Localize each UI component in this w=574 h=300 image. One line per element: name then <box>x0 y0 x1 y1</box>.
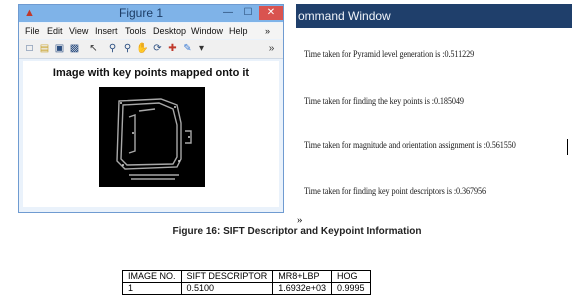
zoom-out-icon[interactable]: ⚲ <box>121 42 134 55</box>
rotate-3d-icon[interactable]: ⟳ <box>151 42 164 55</box>
cell-mr8-lbp: 1.6932e+03 <box>272 282 333 295</box>
menu-window[interactable]: Window <box>191 26 223 36</box>
figure-caption: Figure 16: SIFT Descriptor and Keypoint … <box>0 226 574 237</box>
menu-desktop[interactable]: Desktop <box>153 26 186 36</box>
menu-insert[interactable]: Insert <box>95 26 118 36</box>
toolbar-overflow-icon[interactable]: » <box>265 42 278 55</box>
menu-view[interactable]: View <box>69 26 88 36</box>
output-line-orientation: Time taken for magnitude and orientation… <box>304 141 516 151</box>
cell-image-no: 1 <box>122 282 182 295</box>
output-line-descriptors: Time taken for finding key point descrip… <box>304 187 487 197</box>
header-hog: HOG <box>331 270 371 283</box>
matlab-icon: ▲ <box>24 7 35 19</box>
pan-hand-icon[interactable]: ✋ <box>136 42 149 55</box>
table-row: 1 0.5100 1.6932e+03 0.9995 <box>122 282 371 295</box>
command-prompt[interactable]: » <box>297 214 303 226</box>
save-icon[interactable]: ▣ <box>53 42 66 55</box>
menu-overflow-icon[interactable]: » <box>265 26 270 36</box>
close-button[interactable]: ✕ <box>259 6 283 20</box>
command-window-titlebar[interactable]: ommand Window <box>296 4 572 28</box>
data-cursor-icon[interactable]: ✚ <box>166 42 179 55</box>
results-table: IMAGE NO. SIFT DESCRIPTOR MR8+LBP HOG 1 … <box>122 270 371 295</box>
edit-plot-arrow-icon[interactable]: ↖ <box>87 42 100 55</box>
menu-tools[interactable]: Tools <box>125 26 146 36</box>
text-cursor <box>567 139 568 155</box>
new-figure-icon[interactable]: □ <box>23 42 36 55</box>
menu-bar: File Edit View Insert Tools Desktop Wind… <box>19 23 283 39</box>
figure-toolbar: □ ▤ ▣ ▩ ↖ ⚲ ⚲ ✋ ⟳ ✚ ✎ ▾ » <box>19 40 283 59</box>
output-line-keypoints: Time taken for finding the key points is… <box>304 97 464 107</box>
header-sift-descriptor: SIFT DESCRIPTOR <box>180 270 274 283</box>
header-mr8-lbp: MR8+LBP <box>272 270 333 283</box>
menu-help[interactable]: Help <box>229 26 248 36</box>
figure-title: Figure 1 <box>119 6 164 20</box>
print-icon[interactable]: ▩ <box>68 42 81 55</box>
figure-window: ▲ Figure 1 — ☐ ✕ File Edit View Insert T… <box>18 4 284 213</box>
maximize-button[interactable]: ☐ <box>239 6 257 20</box>
plot-title: Image with key points mapped onto it <box>52 67 250 79</box>
figure-canvas: Image with key points mapped onto it <box>23 61 279 207</box>
table-header-row: IMAGE NO. SIFT DESCRIPTOR MR8+LBP HOG <box>122 270 371 283</box>
cell-hog: 0.9995 <box>331 282 371 295</box>
keypoint-outline-graphic <box>116 98 192 180</box>
brush-dropdown-icon[interactable]: ▾ <box>195 42 208 55</box>
figure-caption-text: Figure 16: SIFT Descriptor and Keypoint … <box>172 226 422 237</box>
header-image-no: IMAGE NO. <box>122 270 182 283</box>
minimize-button[interactable]: — <box>219 6 237 20</box>
command-window: ommand Window Time taken for Pyramid lev… <box>296 4 572 226</box>
command-window-title: ommand Window <box>298 9 391 23</box>
output-line-pyramid: Time taken for Pyramid level generation … <box>304 50 475 60</box>
figure-titlebar[interactable]: ▲ Figure 1 — ☐ ✕ <box>19 5 283 22</box>
menu-edit[interactable]: Edit <box>47 26 63 36</box>
menu-file[interactable]: File <box>25 26 40 36</box>
cell-sift-descriptor: 0.5100 <box>180 282 274 295</box>
open-file-icon[interactable]: ▤ <box>38 42 51 55</box>
keypoint-image <box>99 87 205 187</box>
zoom-in-icon[interactable]: ⚲ <box>106 42 119 55</box>
brush-icon[interactable]: ✎ <box>181 42 194 55</box>
